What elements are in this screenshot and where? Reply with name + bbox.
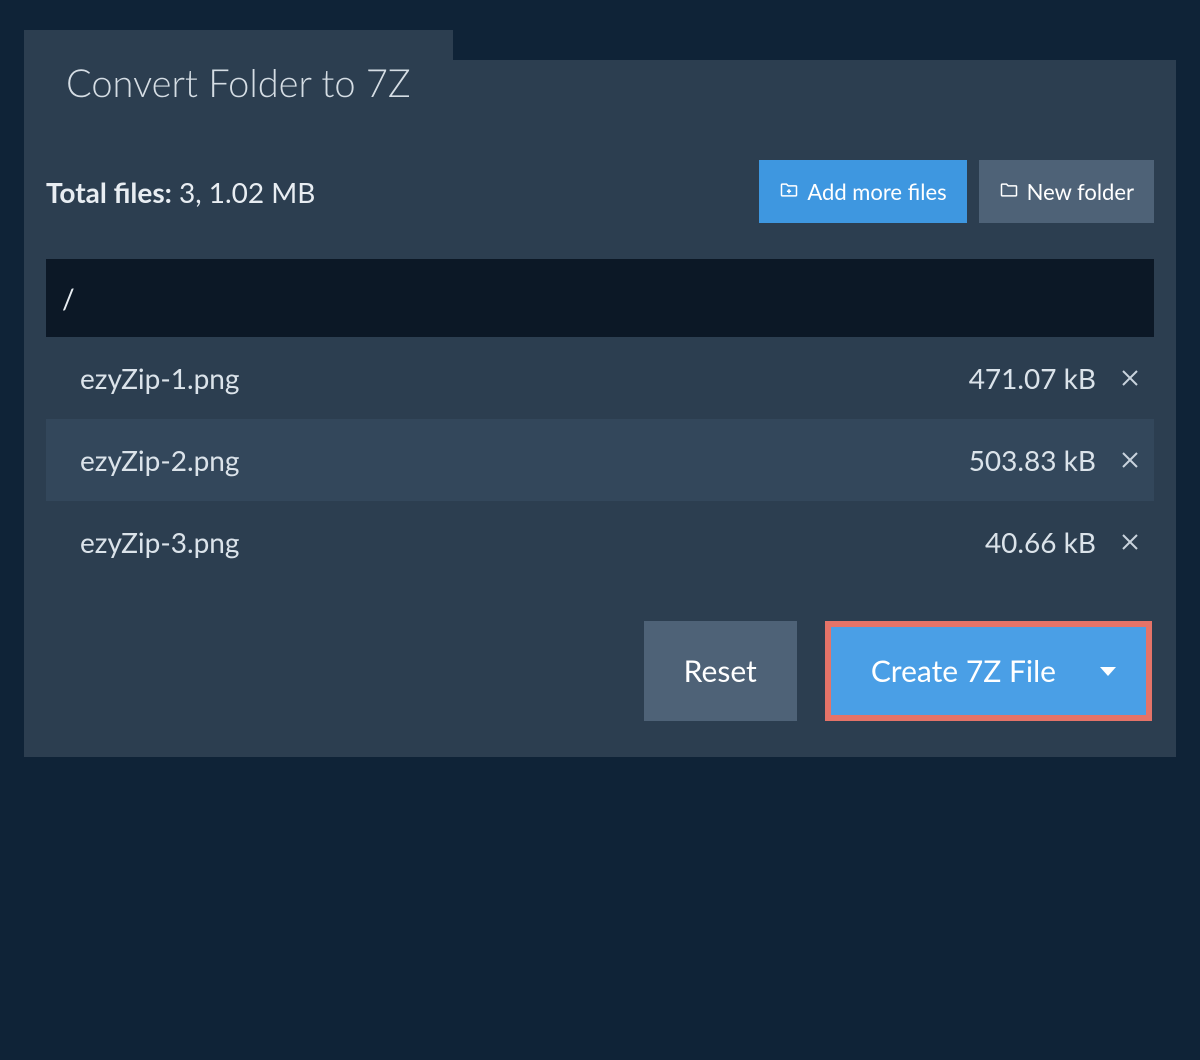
file-list: / ezyZip-1.png 471.07 kB ezyZip-2.png 50… — [46, 259, 1154, 583]
create-7z-label: Create 7Z File — [871, 653, 1056, 689]
header-button-group: Add more files New folder — [759, 160, 1154, 223]
file-row: ezyZip-1.png 471.07 kB — [46, 337, 1154, 419]
total-files-label: Total files: — [46, 175, 172, 209]
folder-add-icon — [779, 178, 799, 205]
remove-file-button[interactable] — [1118, 366, 1142, 390]
new-folder-button[interactable]: New folder — [979, 160, 1154, 223]
add-more-files-button[interactable]: Add more files — [759, 160, 966, 223]
remove-file-button[interactable] — [1118, 448, 1142, 472]
file-row: ezyZip-3.png 40.66 kB — [46, 501, 1154, 583]
add-more-files-label: Add more files — [807, 178, 946, 205]
summary-row: Total files: 3, 1.02 MB Add more files N… — [24, 132, 1176, 233]
folder-icon — [999, 178, 1019, 205]
converter-panel: Convert Folder to 7Z Total files: 3, 1.0… — [24, 60, 1176, 757]
reset-button[interactable]: Reset — [644, 621, 797, 721]
file-name: ezyZip-2.png — [80, 443, 239, 477]
create-button-highlight: Create 7Z File — [825, 621, 1152, 721]
tab-header[interactable]: Convert Folder to 7Z — [24, 60, 453, 132]
remove-file-button[interactable] — [1118, 530, 1142, 554]
file-size: 471.07 kB — [969, 361, 1096, 395]
chevron-down-icon — [1100, 667, 1116, 676]
file-size: 40.66 kB — [985, 525, 1096, 559]
action-row: Reset Create 7Z File — [24, 583, 1176, 757]
total-files-value: 3, 1.02 MB — [179, 175, 315, 209]
current-path: / — [62, 281, 75, 315]
create-7z-button[interactable]: Create 7Z File — [831, 627, 1146, 715]
file-row: ezyZip-2.png 503.83 kB — [46, 419, 1154, 501]
path-row[interactable]: / — [46, 259, 1154, 337]
tab-title: Convert Folder to 7Z — [66, 60, 411, 106]
file-name: ezyZip-1.png — [80, 361, 239, 395]
file-name: ezyZip-3.png — [80, 525, 239, 559]
new-folder-label: New folder — [1027, 178, 1134, 205]
file-size: 503.83 kB — [969, 443, 1096, 477]
reset-label: Reset — [684, 653, 757, 689]
total-files-summary: Total files: 3, 1.02 MB — [46, 175, 315, 209]
